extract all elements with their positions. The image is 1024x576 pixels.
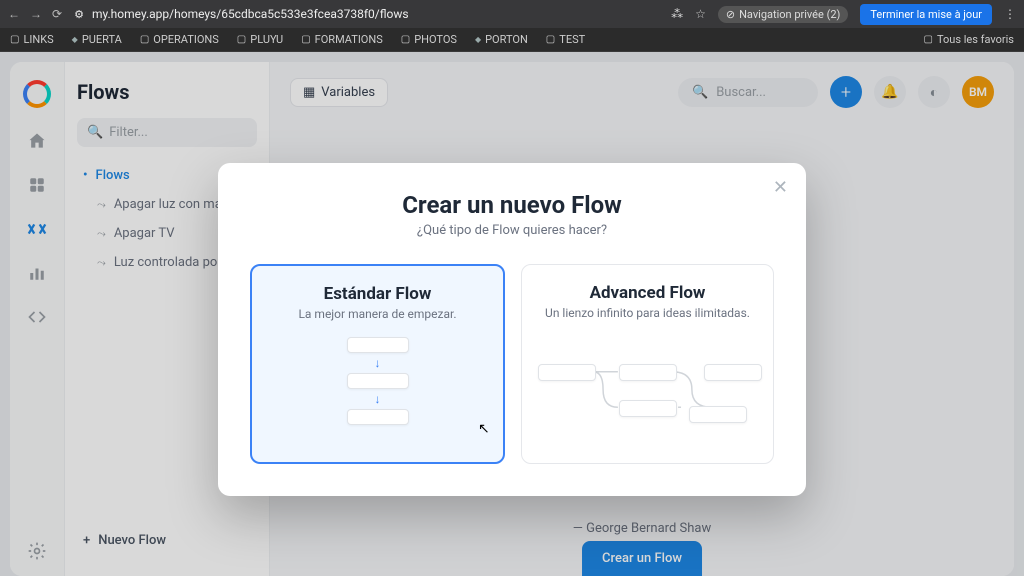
site-settings-icon: ⚙ xyxy=(74,8,84,21)
bookmarks-bar: LINKS PUERTA OPERATIONS PLUYU FORMATIONS… xyxy=(0,28,1024,52)
modal-title: Crear un nuevo Flow xyxy=(250,191,774,219)
address-bar[interactable]: ⚙ my.homey.app/homeys/65cdbca5c533e3fcea… xyxy=(74,7,659,21)
bookmark-puerta[interactable]: PUERTA xyxy=(72,33,122,46)
back-button[interactable]: ← xyxy=(8,7,20,21)
bookmark-all-favs[interactable]: Tous les favoris xyxy=(924,33,1014,46)
arrow-down-icon: ↓ xyxy=(375,356,381,370)
browser-menu-icon[interactable]: ⋮ xyxy=(1004,7,1016,21)
incognito-badge: ⊘ Navigation privée (2) xyxy=(718,6,849,23)
bookmark-formations[interactable]: FORMATIONS xyxy=(301,33,383,46)
update-button[interactable]: Terminer la mise à jour xyxy=(860,4,992,25)
browser-toolbar: ← → ⟳ ⚙ my.homey.app/homeys/65cdbca5c533… xyxy=(0,0,1024,28)
advanced-flow-title: Advanced Flow xyxy=(534,283,761,303)
bookmark-links[interactable]: LINKS xyxy=(10,33,54,46)
advanced-flow-desc: Un lienzo infinito para ideas ilimitadas… xyxy=(534,306,761,320)
bookmark-star-icon[interactable]: ☆ xyxy=(695,7,706,21)
arrow-down-icon: ↓ xyxy=(375,392,381,406)
bookmark-operations[interactable]: OPERATIONS xyxy=(140,33,219,46)
standard-flow-title: Estándar Flow xyxy=(264,284,491,304)
bookmark-photos[interactable]: PHOTOS xyxy=(401,33,457,46)
reload-button[interactable]: ⟳ xyxy=(52,7,62,21)
modal-subtitle: ¿Qué tipo de Flow quieres hacer? xyxy=(250,223,774,238)
translate-icon[interactable]: ⁂ xyxy=(671,7,683,21)
forward-button[interactable]: → xyxy=(30,7,42,21)
create-flow-modal: ✕ Crear un nuevo Flow ¿Qué tipo de Flow … xyxy=(218,163,806,496)
standard-flow-card[interactable]: Estándar Flow La mejor manera de empezar… xyxy=(250,264,505,464)
bookmark-test[interactable]: TEST xyxy=(546,33,585,46)
incognito-icon: ⊘ xyxy=(726,8,735,21)
advanced-flow-illustration xyxy=(534,350,761,440)
close-button[interactable]: ✕ xyxy=(773,177,788,198)
bookmark-porton[interactable]: PORTON xyxy=(475,33,528,46)
standard-flow-desc: La mejor manera de empezar. xyxy=(264,307,491,321)
advanced-flow-card[interactable]: Advanced Flow Un lienzo infinito para id… xyxy=(521,264,774,464)
bookmark-pluyu[interactable]: PLUYU xyxy=(237,33,283,46)
url-text: my.homey.app/homeys/65cdbca5c533e3fcea37… xyxy=(92,7,409,21)
standard-flow-illustration: ↓ ↓ xyxy=(264,337,491,425)
